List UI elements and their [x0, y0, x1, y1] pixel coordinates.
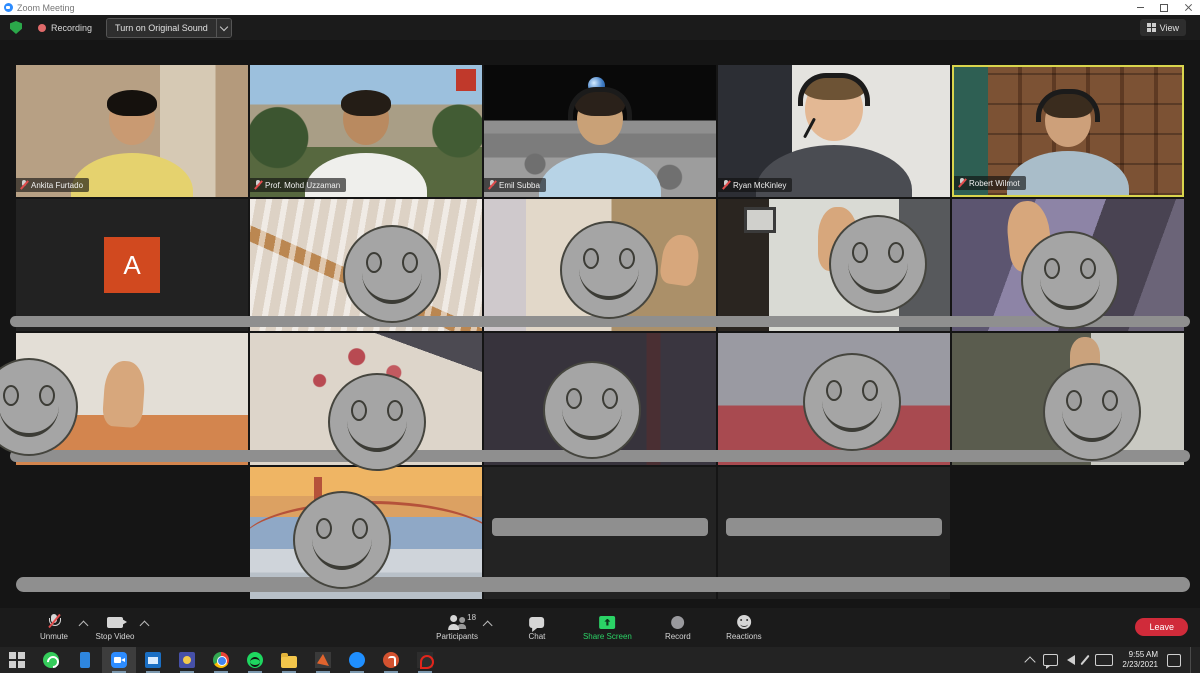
zoom-meeting-window: Zoom Meeting Recording Turn on Original …	[0, 0, 1200, 673]
taskbar-clock[interactable]: 9:55 AM 2/23/2021	[1122, 650, 1158, 670]
video-tile-ankita[interactable]: Ankita Furtado	[16, 65, 248, 197]
smiley-face-overlay	[543, 361, 641, 459]
video-tile-prof[interactable]: Prof. Mohd Uzzaman	[250, 65, 482, 197]
video-options-caret[interactable]	[140, 621, 150, 631]
window-title-bar: Zoom Meeting	[0, 0, 1200, 15]
taskbar-file-explorer-icon[interactable]	[272, 647, 306, 673]
action-center-icon[interactable]	[1167, 654, 1181, 667]
mic-muted-icon	[488, 180, 496, 190]
windows-start-icon	[9, 652, 25, 668]
windows-taskbar: 9:55 AM 2/23/2021	[0, 647, 1200, 673]
headphones-icon	[1036, 89, 1100, 122]
smiley-face-overlay	[343, 225, 441, 323]
video-tile-ryan[interactable]: Ryan McKinley	[718, 65, 950, 197]
leave-button[interactable]: Leave	[1135, 618, 1188, 636]
video-tile-avatar[interactable]: A	[16, 199, 248, 331]
meeting-top-bar: Recording Turn on Original Sound View	[0, 15, 1200, 40]
view-button[interactable]: View	[1140, 19, 1186, 36]
smiley-face-overlay	[328, 373, 426, 471]
raised-hand	[659, 233, 702, 288]
taskbar-outlook-icon[interactable]	[136, 647, 170, 673]
taskbar-chrome-icon[interactable]	[204, 647, 238, 673]
original-sound-button[interactable]: Turn on Original Sound	[106, 18, 232, 38]
participants-button[interactable]: 18 Participants	[436, 614, 478, 641]
participants-options-caret[interactable]	[482, 621, 492, 631]
smiley-face-overlay	[829, 215, 927, 313]
taskbar-acrobat-icon[interactable]	[408, 647, 442, 673]
smiley-face-overlay	[803, 353, 901, 451]
camera-icon	[107, 617, 123, 628]
basketball-hoop	[744, 207, 776, 233]
maximize-button[interactable]	[1152, 0, 1176, 15]
taskbar-powerpoint-icon[interactable]	[374, 647, 408, 673]
tray-speaker-icon[interactable]	[1067, 655, 1075, 665]
raised-hand	[102, 360, 147, 429]
taskbar-messenger-icon[interactable]	[340, 647, 374, 673]
smiley-face-overlay	[293, 491, 391, 589]
video-tile-robert[interactable]: Robert Wilmot	[952, 65, 1184, 197]
stop-video-button[interactable]: Stop Video	[95, 614, 135, 641]
taskbar-time: 9:55 AM	[1129, 650, 1158, 660]
taskbar-zoom-icon[interactable]	[102, 647, 136, 673]
mic-muted-icon	[958, 178, 966, 188]
participant-avatar: A	[104, 237, 160, 293]
mic-muted-icon	[20, 180, 28, 190]
headphones-icon	[568, 87, 632, 120]
smiley-face-overlay	[1021, 231, 1119, 329]
video-tile-emil[interactable]: Emil Subba	[484, 65, 716, 197]
redaction-bar	[726, 518, 942, 536]
window-title: Zoom Meeting	[17, 3, 75, 13]
tray-chat-icon[interactable]	[1043, 654, 1058, 666]
participant-name-label: Robert Wilmot	[954, 176, 1026, 190]
close-button[interactable]	[1176, 0, 1200, 15]
zoom-app-icon	[4, 3, 13, 12]
share-screen-icon	[599, 616, 615, 629]
taskbar-phone-icon[interactable]	[68, 647, 102, 673]
participants-icon: 18	[448, 615, 466, 630]
taskbar-whatsapp-icon[interactable]	[34, 647, 68, 673]
smiley-face-overlay	[560, 221, 658, 319]
video-gallery: Ankita Furtado Prof. Mohd Uzzaman Emil S…	[0, 40, 1200, 608]
show-desktop-button[interactable]	[1190, 647, 1196, 673]
mic-muted-icon	[254, 180, 262, 190]
tray-pen-icon[interactable]	[1081, 655, 1090, 665]
audio-options-caret[interactable]	[79, 621, 89, 631]
participant-name-label: Ryan McKinley	[718, 178, 792, 192]
taskbar-date: 2/23/2021	[1122, 660, 1158, 670]
original-sound-dropdown[interactable]	[216, 19, 231, 37]
gallery-grid-icon	[1147, 23, 1156, 32]
start-button[interactable]	[0, 647, 34, 673]
redaction-bar	[16, 577, 1190, 592]
chat-button[interactable]: Chat	[517, 614, 557, 641]
encryption-shield-icon[interactable]	[10, 21, 22, 34]
mic-muted-icon	[722, 180, 730, 190]
taskbar-matlab-icon[interactable]	[306, 647, 340, 673]
meeting-toolbar: Unmute Stop Video 18 Participants	[0, 608, 1200, 647]
recording-dot-icon	[38, 24, 46, 32]
chevron-down-icon	[220, 22, 228, 30]
reactions-button[interactable]: Reactions	[724, 614, 764, 641]
chat-icon	[529, 617, 544, 628]
minimize-button[interactable]	[1128, 0, 1152, 15]
headset-icon	[798, 73, 870, 106]
redaction-bar	[492, 518, 708, 536]
recording-indicator: Recording	[38, 23, 92, 33]
mic-muted-icon	[48, 614, 60, 630]
participant-name-label: Emil Subba	[484, 178, 546, 192]
record-button[interactable]: Record	[658, 614, 698, 641]
participants-count: 18	[467, 613, 476, 622]
taskbar-spotify-icon[interactable]	[238, 647, 272, 673]
hidden-icons-caret[interactable]	[1025, 656, 1036, 667]
reactions-icon	[737, 615, 751, 629]
smiley-face-overlay	[1043, 363, 1141, 461]
unmute-button[interactable]: Unmute	[34, 614, 74, 641]
share-screen-button[interactable]: Share Screen	[583, 614, 632, 641]
tray-touch-keyboard-icon[interactable]	[1095, 654, 1113, 666]
taskbar-teams-icon[interactable]	[170, 647, 204, 673]
participant-name-label: Ankita Furtado	[16, 178, 89, 192]
participant-name-label: Prof. Mohd Uzzaman	[250, 178, 346, 192]
record-icon	[671, 616, 684, 629]
